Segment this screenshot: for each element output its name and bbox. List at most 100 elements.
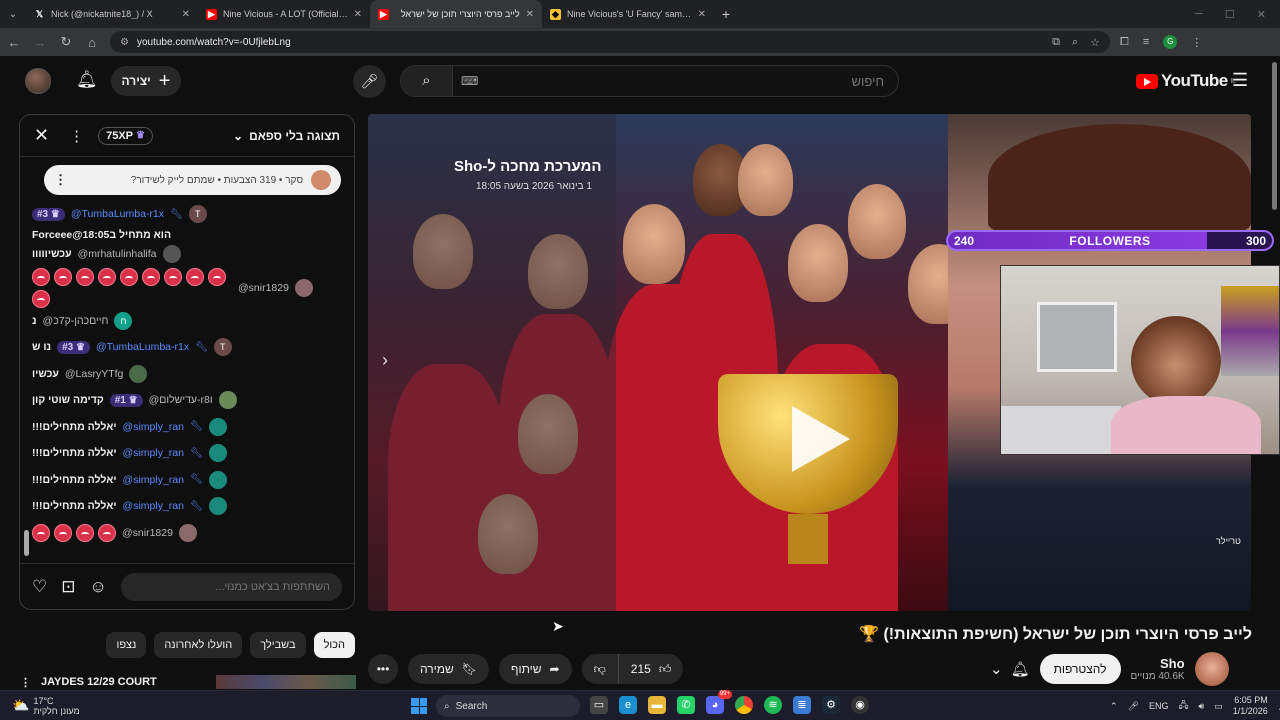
minimize-icon[interactable]: ─ (1195, 8, 1203, 21)
chat-author[interactable]: @mrhatulinhalifa (78, 248, 157, 260)
url-field[interactable]: ⚙ youtube.com/watch?v=-0UfjlebLng ⧉ ⌕ ☆ (110, 31, 1110, 53)
home-icon[interactable]: ⌂ (84, 35, 100, 50)
notifications-bell-icon[interactable]: 🔔︎ (76, 70, 98, 90)
spotify-icon[interactable]: ≋ (764, 696, 782, 714)
chat-author[interactable]: @חייםכהן-ק7כ (43, 315, 109, 327)
account-avatar[interactable] (25, 68, 51, 94)
chat-message[interactable]: 🔧︎ @simply_ran יאללה מתחילים!!! (20, 440, 354, 467)
poll-menu-icon[interactable]: ⋮ (54, 172, 67, 188)
language-indicator[interactable]: ENG (1149, 701, 1169, 711)
close-window-icon[interactable]: ✕ (1257, 8, 1266, 21)
chip-for-you[interactable]: בשבילך (250, 632, 306, 658)
search-input[interactable] (478, 73, 898, 89)
more-actions-icon[interactable]: ••• (368, 654, 398, 684)
save-button[interactable]: שמירה 🔖︎ (408, 654, 490, 684)
zoom-icon[interactable]: ⌕ (1072, 36, 1078, 49)
browser-tab-active[interactable]: ▶ לייב פרסי היוצרי תוכן של ישראל ✕ (370, 0, 542, 28)
extensions-icon[interactable]: ⧠ (1120, 36, 1129, 49)
task-view-icon[interactable]: ▭ (590, 696, 608, 714)
guide-menu-icon[interactable]: ☰ (1232, 70, 1248, 91)
network-icon[interactable]: 🖧 (1179, 698, 1189, 714)
chat-avatar[interactable]: ח (114, 311, 133, 330)
chat-author[interactable]: @simply_ran (123, 474, 184, 486)
chat-avatar[interactable] (208, 497, 227, 516)
chat-message[interactable]: @mrhatulinhalifa עכשיווווו (20, 241, 354, 268)
taskbar-search[interactable]: ⌕ Search (436, 695, 580, 717)
keyboard-icon[interactable]: ⌨ (461, 74, 478, 88)
tab-search-chevron-icon[interactable]: ⌄ (0, 9, 26, 20)
chrome-icon[interactable] (735, 696, 753, 714)
chat-message[interactable]: 🔧︎ @simply_ran יאללה מתחילים!!! (20, 414, 354, 441)
chip-all[interactable]: הכול (313, 632, 355, 658)
chat-message[interactable]: T 🔧︎ @TumbaLumba-r1x ♛ #3 נו ש (20, 334, 354, 361)
channel-name[interactable]: Sho (1131, 656, 1185, 671)
chat-avatar[interactable]: T (213, 338, 232, 357)
chat-avatar[interactable] (294, 278, 313, 297)
join-button[interactable]: להצטרפות (1039, 654, 1121, 684)
browser-menu-icon[interactable]: ⋮ (1191, 36, 1202, 49)
chat-author[interactable]: @simply_ran (123, 447, 184, 459)
tab-close-icon[interactable]: ✕ (182, 9, 190, 20)
browser-tab[interactable]: ◆ Nine Vicious's 'U Fancy' sample ✕ (542, 0, 714, 28)
chat-message[interactable]: T 🔧︎ @TumbaLumba-r1x ♛ #3 הוא מתחיל ב18:05@F… (20, 205, 354, 241)
chat-avatar[interactable] (178, 523, 197, 542)
voice-search-mic-icon[interactable]: 🎤︎ (353, 65, 386, 98)
obs-icon[interactable]: ◉ (851, 696, 869, 714)
dislike-button[interactable]: 👎︎ (581, 654, 619, 684)
super-chat-icon[interactable]: ⊡ (61, 577, 75, 597)
chat-scrollbar[interactable] (24, 530, 29, 556)
close-icon[interactable]: ✕ (34, 125, 49, 146)
chat-message[interactable]: @LasryYTfg עכשיו (20, 361, 354, 388)
notifications-toggle[interactable]: ⌄ 🔔︎ (990, 660, 1030, 678)
chat-author[interactable]: @simply_ran (123, 421, 184, 433)
steam-icon[interactable]: ⚙ (822, 696, 840, 714)
chat-mode-dropdown[interactable]: ⌄ תצוגה בלי ספאם (233, 129, 340, 143)
chat-author[interactable]: @snir1829 (238, 282, 289, 294)
chat-author[interactable]: @LasryYTfg (65, 368, 124, 380)
chat-avatar[interactable] (129, 364, 148, 383)
discord-icon[interactable]: ◕ 99+ (706, 690, 732, 714)
tab-close-icon[interactable]: ✕ (354, 9, 362, 20)
chat-author[interactable]: @simply_ran (123, 500, 184, 512)
chat-avatar[interactable] (162, 245, 181, 264)
chat-avatar[interactable] (208, 444, 227, 463)
weather-widget[interactable]: ⛅ 17°C מעונן חלקית (12, 696, 80, 716)
back-arrow-icon[interactable]: ← (6, 35, 22, 50)
heart-icon[interactable]: ♡ (32, 577, 47, 597)
chat-message[interactable]: 🔧︎ @simply_ran יאללה מתחילים!!! (20, 467, 354, 494)
edge-icon[interactable]: e (619, 696, 637, 714)
whatsapp-icon[interactable]: ✆ (677, 696, 695, 714)
bookmark-star-icon[interactable]: ☆ (1090, 36, 1100, 49)
more-options-icon[interactable]: ⋮ (69, 127, 84, 145)
chat-avatar[interactable] (218, 391, 237, 410)
share-button[interactable]: שיתוף ➦ (499, 654, 572, 684)
maximize-icon[interactable]: ☐ (1225, 8, 1235, 21)
xp-badge[interactable]: 75XP ♛ (98, 126, 153, 145)
chip-recent[interactable]: הועלו לאחרונה (154, 632, 243, 658)
search-icon[interactable]: ⌕ (401, 66, 453, 96)
chat-avatar[interactable] (208, 470, 227, 489)
reload-icon[interactable]: ↻ (58, 34, 74, 50)
chat-message[interactable]: 🔧︎ @simply_ran יאללה מתחילים!!! (20, 493, 354, 520)
chat-author[interactable]: @snir1829 (122, 527, 173, 539)
channel-avatar[interactable] (1194, 652, 1229, 686)
reading-list-icon[interactable]: ≡ (1143, 36, 1149, 48)
browser-tab[interactable]: 𝕏 Nick (@nickatnite18_) / X ✕ (26, 0, 198, 28)
new-tab-button[interactable]: + (714, 6, 738, 22)
notepad-icon[interactable]: ≣ (793, 696, 811, 714)
tab-close-icon[interactable]: ✕ (698, 9, 706, 20)
page-scrollbar[interactable] (1272, 62, 1277, 210)
start-windows-icon[interactable] (411, 698, 427, 714)
chevron-up-icon[interactable]: ⌃ (1110, 701, 1118, 712)
file-explorer-icon[interactable]: ▬ (648, 696, 666, 714)
chevron-right-icon[interactable]: › (382, 350, 388, 371)
chat-author[interactable]: @TumbaLumba-r1x (96, 341, 189, 353)
chip-watched[interactable]: נצפו (106, 632, 147, 658)
chat-message[interactable]: @snir1829 (20, 520, 354, 547)
more-icon[interactable]: ⋮ (20, 676, 31, 689)
chat-author[interactable]: @עדישלום-r8ו (149, 394, 213, 406)
create-button[interactable]: יצירה + (111, 66, 181, 96)
chat-avatar[interactable]: T (188, 205, 207, 223)
site-settings-icon[interactable]: ⚙ (120, 37, 129, 48)
poll-banner[interactable]: ⋮ סקר • 319 הצבעות • שמתם לייק לשידור? (44, 165, 341, 195)
